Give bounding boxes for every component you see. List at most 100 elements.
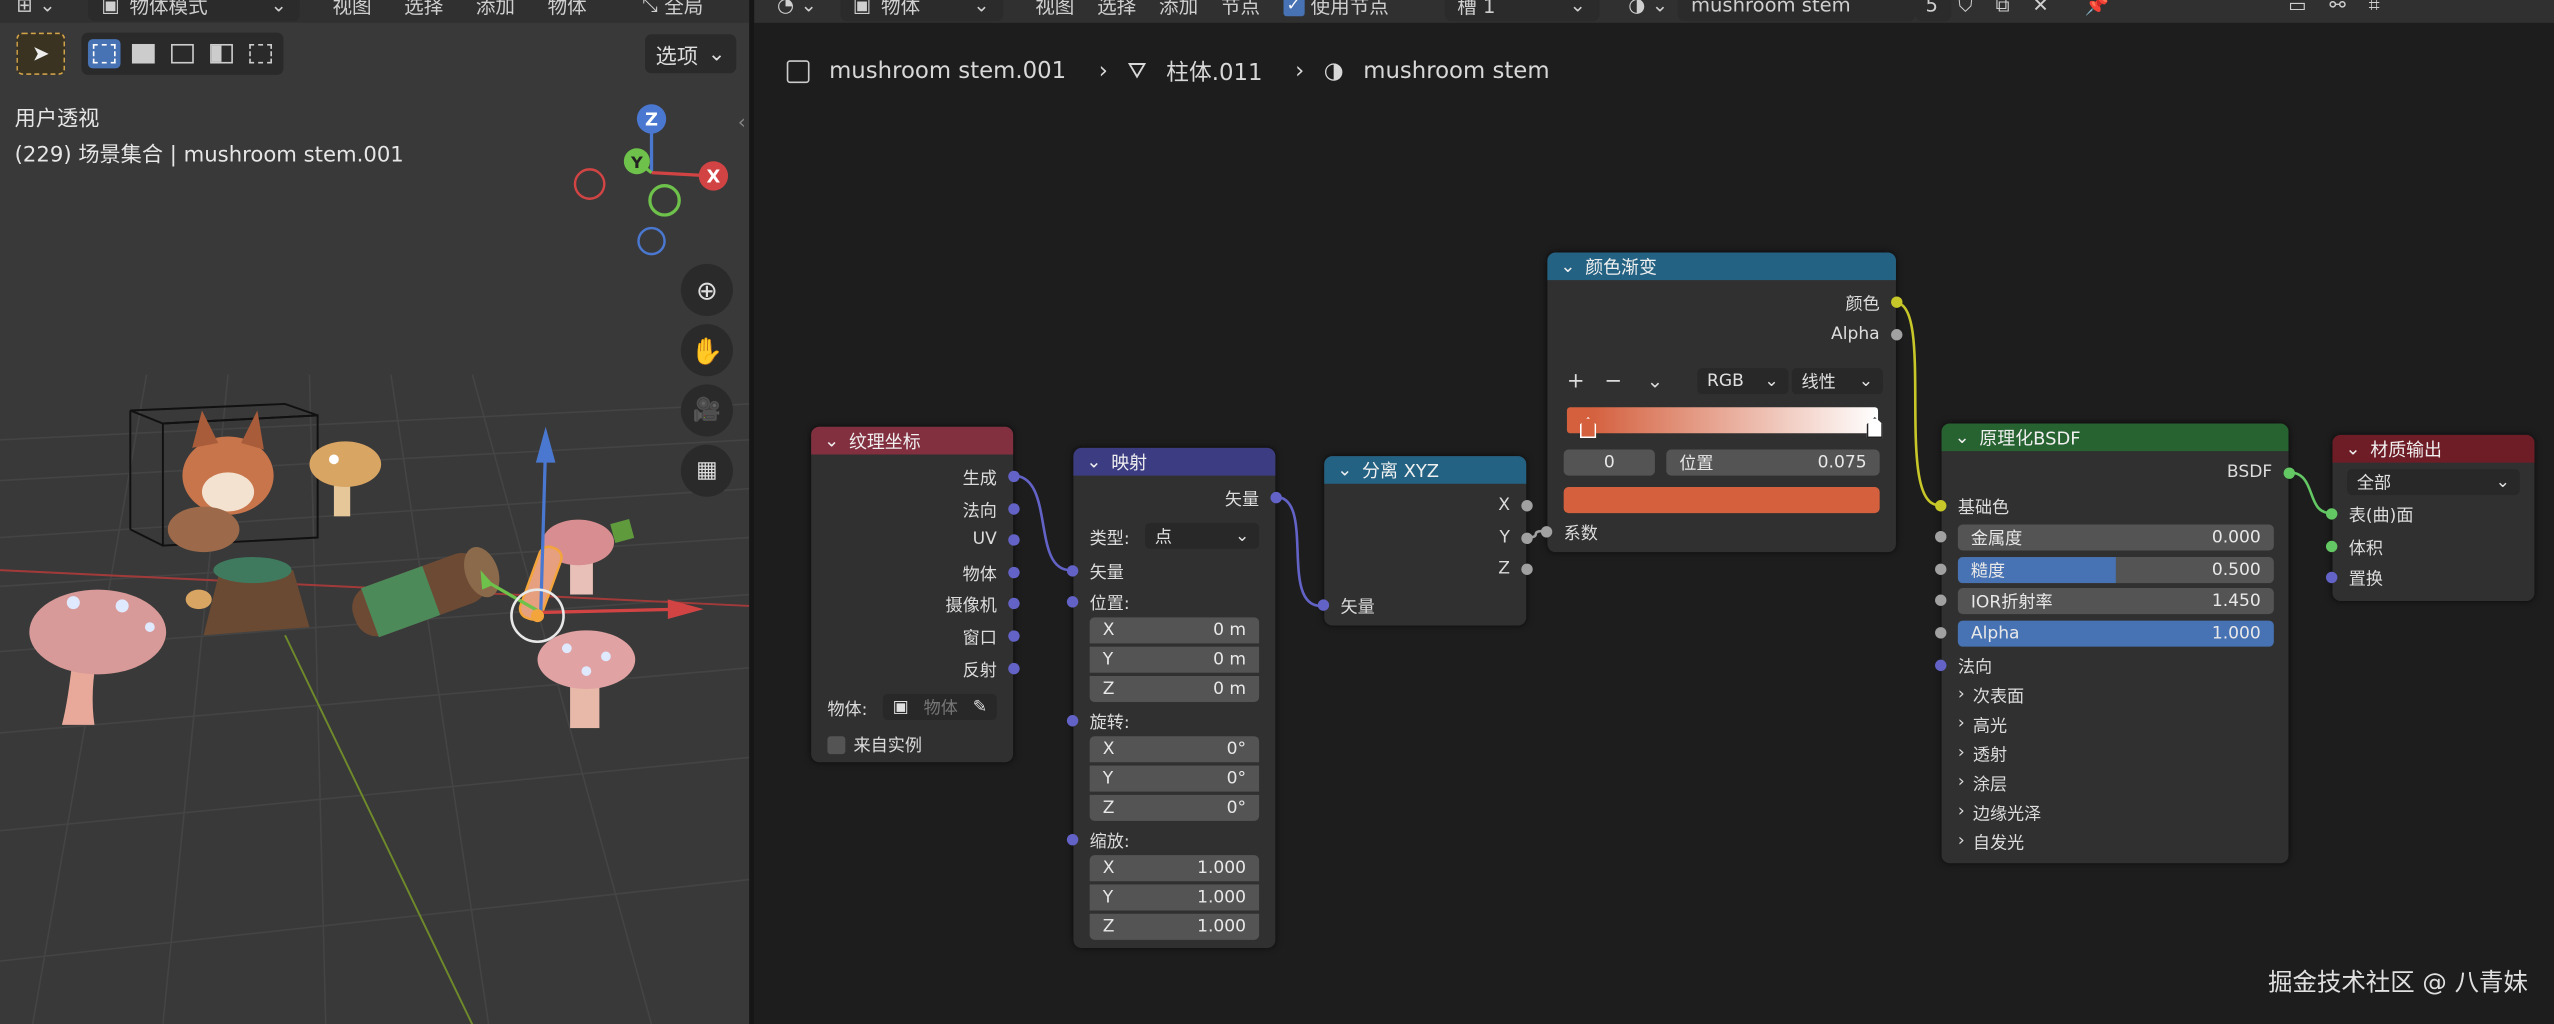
socket-bsdf-out[interactable] <box>2283 467 2296 479</box>
location-x-field[interactable]: X 0 m <box>1089 617 1260 644</box>
collapse-chevron-icon[interactable]: ⌄ <box>2346 438 2361 459</box>
roughness-field[interactable]: 糙度 0.500 <box>1957 557 2274 584</box>
rotation-y-field[interactable]: Y 0° <box>1089 765 1260 792</box>
transform-orientation-dropdown[interactable]: ⤡ 全局 <box>642 0 703 19</box>
panel-coat[interactable]: › 涂层 <box>1958 772 2007 796</box>
node-header[interactable]: ⌄ 材质输出 <box>2332 434 2535 463</box>
node-mapping[interactable]: ⌄ 映射 矢量 类型: 点 ⌄ 矢量 位置: X 0 m Y 0 m Z 0 m 旋转… <box>1066 447 1282 948</box>
color-ramp-gradient[interactable] <box>1566 407 1879 434</box>
socket-y-out[interactable] <box>1521 532 1533 545</box>
socket-normal[interactable] <box>1935 659 1947 672</box>
panel-sheen[interactable]: › 边缘光泽 <box>1958 801 2041 825</box>
socket-vector-in[interactable] <box>1066 565 1079 577</box>
socket-uv[interactable] <box>1008 534 1020 546</box>
stop-position-field[interactable]: 位置 0.075 <box>1666 449 1880 476</box>
socket-scale[interactable] <box>1066 833 1079 846</box>
collapse-chevron-icon[interactable]: ⌄ <box>824 430 839 451</box>
socket-metallic[interactable] <box>1935 530 1947 543</box>
perspective-toggle-button[interactable]: ▦ <box>680 444 733 497</box>
ior-field[interactable]: IOR折射率 1.450 <box>1957 588 2274 615</box>
node-principled-bsdf[interactable]: ⌄ 原理化BSDF BSDF 基础色 金属度 0.000 糙度 0.500 IOR折… <box>1935 423 2296 864</box>
panel-transmission[interactable]: › 透射 <box>1958 743 2007 767</box>
pan-button[interactable]: ✋ <box>680 324 733 377</box>
mode-dropdown[interactable]: ▣ 物体模式 ⌄ <box>88 0 300 22</box>
rotation-z-field[interactable]: Z 0° <box>1089 794 1260 821</box>
mapping-type-dropdown[interactable]: 点 ⌄ <box>1145 522 1260 549</box>
interpolation-dropdown[interactable]: 线性 ⌄ <box>1791 368 1883 395</box>
add-stop-icon[interactable]: + <box>1567 370 1585 394</box>
node-material-output[interactable]: ⌄ 材质输出 全部 ⌄ 表(曲)面 体积 置换 <box>2325 434 2535 602</box>
scale-y-field[interactable]: Y 1.000 <box>1089 884 1260 911</box>
menu-select[interactable]: 选择 <box>404 0 443 19</box>
zoom-button[interactable]: ⊕ <box>680 263 733 316</box>
socket-vector-out[interactable] <box>1270 491 1282 504</box>
shader-node-editor[interactable]: ◔ ⌄ ▣ 物体 ⌄ 视图 选择 添加 节点 ✓ 使用节点 槽 1 ⌄ ◑ ⌄ mu… <box>754 0 2554 1024</box>
node-header[interactable]: ⌄ 原理化BSDF <box>1941 423 2289 452</box>
socket-object[interactable] <box>1008 566 1020 579</box>
socket-factor-in[interactable] <box>1540 526 1553 538</box>
socket-base-color[interactable] <box>1935 500 1947 512</box>
socket-volume[interactable] <box>2325 540 2338 553</box>
panel-emission[interactable]: › 自发光 <box>1958 831 2024 855</box>
socket-z-out[interactable] <box>1521 563 1533 575</box>
socket-alpha[interactable] <box>1935 627 1947 639</box>
socket-vector-in[interactable] <box>1317 599 1330 611</box>
socket-generated[interactable] <box>1008 470 1020 483</box>
location-z-field[interactable]: Z 0 m <box>1089 675 1260 703</box>
scale-z-field[interactable]: Z 1.000 <box>1089 913 1260 940</box>
ramp-menu-chevron-icon[interactable]: ⌄ <box>1647 370 1663 393</box>
collapse-chevron-icon[interactable]: ⌄ <box>1955 427 1970 448</box>
menu-add[interactable]: 添加 <box>476 0 515 19</box>
node-separate-xyz[interactable]: ⌄ 分离 XYZ X Y Z 矢量 <box>1317 456 1533 626</box>
collapse-chevron-icon[interactable]: ⌄ <box>1560 256 1575 277</box>
collapse-chevron-icon[interactable]: ⌄ <box>1337 459 1352 480</box>
metallic-field[interactable]: 金属度 0.000 <box>1957 524 2274 551</box>
socket-reflection[interactable] <box>1008 662 1020 675</box>
stop-color-swatch[interactable] <box>1563 487 1880 514</box>
object-picker[interactable]: ▣ 物体 ✎ <box>882 693 997 720</box>
from-instance-toggle[interactable]: 来自实例 <box>827 733 922 757</box>
select-intersect-button[interactable] <box>244 39 277 68</box>
node-color-ramp[interactable]: ⌄ 颜色渐变 颜色 Alpha + − ⌄ RGB ⌄ 线性 ⌄ 0 位置 0.07… <box>1540 252 1903 553</box>
menu-view[interactable]: 视图 <box>332 0 371 19</box>
render-target-dropdown[interactable]: 全部 ⌄ <box>2347 469 2520 496</box>
remove-stop-icon[interactable]: − <box>1604 370 1622 394</box>
socket-surface[interactable] <box>2325 508 2338 520</box>
navigation-gizmo[interactable]: Z X Y <box>567 101 736 264</box>
socket-ior[interactable] <box>1935 594 1947 606</box>
select-tool-button[interactable]: ➤ <box>16 32 66 75</box>
sidebar-toggle-icon[interactable]: ‹ <box>738 111 746 134</box>
socket-x-out[interactable] <box>1521 500 1533 512</box>
camera-view-button[interactable]: 🎥 <box>680 384 733 437</box>
socket-rotation[interactable] <box>1066 715 1079 727</box>
socket-window[interactable] <box>1008 630 1020 642</box>
alpha-field[interactable]: Alpha 1.000 <box>1957 620 2274 647</box>
3d-viewport[interactable]: ⊞ ⌄ ▣ 物体模式 ⌄ 视图 选择 添加 物体 ⤡ 全局 ➤ 选项 ⌄ 用户透视 <box>0 0 750 1024</box>
rotation-x-field[interactable]: X 0° <box>1089 736 1260 763</box>
socket-camera[interactable] <box>1008 597 1020 610</box>
scale-x-field[interactable]: X 1.000 <box>1089 855 1260 882</box>
color-mode-dropdown[interactable]: RGB ⌄ <box>1697 368 1789 395</box>
node-header[interactable]: ⌄ 分离 XYZ <box>1324 456 1527 484</box>
select-new-button[interactable] <box>87 39 121 69</box>
select-extend-button[interactable] <box>127 39 160 68</box>
collapse-chevron-icon[interactable]: ⌄ <box>1086 451 1101 472</box>
panel-subsurface[interactable]: › 次表面 <box>1958 684 2024 708</box>
socket-location[interactable] <box>1066 596 1079 608</box>
node-header[interactable]: ⌄ 颜色渐变 <box>1547 252 1896 281</box>
active-stop-index-field[interactable]: 0 <box>1563 449 1655 476</box>
node-texture-coordinate[interactable]: ⌄ 纹理坐标 生成 法向 UV 物体 摄像机 窗口 反射 物体: ▣ 物体 ✎ … <box>811 426 1020 763</box>
options-dropdown[interactable]: 选项 ⌄ <box>645 34 737 74</box>
menu-object[interactable]: 物体 <box>548 0 587 19</box>
panel-specular[interactable]: › 高光 <box>1958 713 2007 737</box>
socket-alpha-out[interactable] <box>1891 329 1903 341</box>
node-header[interactable]: ⌄ 纹理坐标 <box>811 426 1014 455</box>
node-header[interactable]: ⌄ 映射 <box>1073 447 1276 476</box>
socket-roughness[interactable] <box>1935 563 1947 575</box>
socket-displacement[interactable] <box>2325 571 2338 584</box>
location-y-field[interactable]: Y 0 m <box>1089 646 1260 673</box>
editor-type-menu[interactable]: ⊞ ⌄ <box>16 0 55 16</box>
socket-color-out[interactable] <box>1891 296 1903 308</box>
eyedropper-icon[interactable]: ✎ <box>973 697 987 717</box>
select-subtract-button[interactable] <box>166 39 199 68</box>
